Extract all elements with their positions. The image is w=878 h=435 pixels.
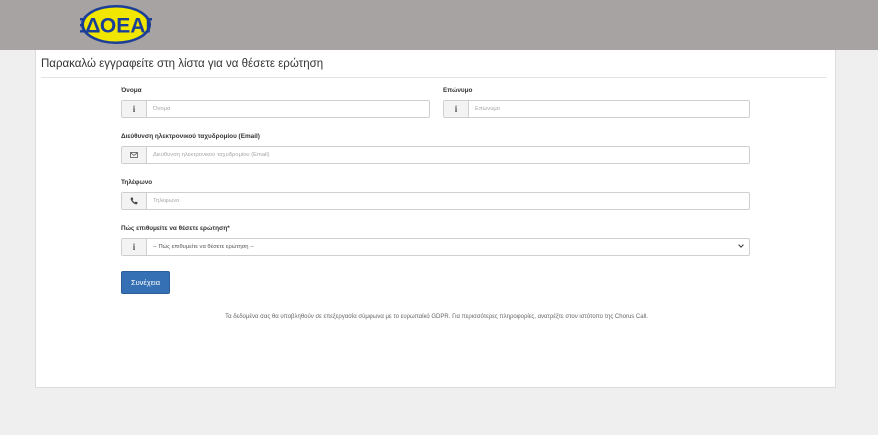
question-mode-label: Πώς επιθυμείτε να θέσετε ερώτηση*: [121, 225, 230, 232]
info-icon: i: [122, 101, 147, 117]
first-name-input[interactable]: [147, 101, 429, 117]
continue-button[interactable]: Συνέχεια: [121, 271, 170, 294]
last-name-input[interactable]: [469, 101, 749, 117]
email-input[interactable]: [147, 147, 749, 163]
phone-input[interactable]: [147, 193, 749, 209]
question-mode-select[interactable]: i -- Πώς επιθυμείτε να θέσετε ερώτηση --: [121, 238, 750, 256]
header-bar: ΕΔΟΕΑΠ: [0, 0, 878, 50]
last-name-label: Επώνυμο: [443, 87, 473, 94]
first-name-field[interactable]: i: [121, 100, 430, 118]
registration-panel: Παρακαλώ εγγραφείτε στη λίστα για να θέσ…: [35, 50, 836, 388]
phone-label: Τηλέφωνο: [121, 179, 153, 186]
info-icon: i: [122, 239, 147, 255]
edoeap-logo: ΕΔΟΕΑΠ: [80, 5, 152, 44]
envelope-icon: [122, 147, 147, 163]
phone-field[interactable]: [121, 192, 750, 210]
phone-icon: [122, 193, 147, 209]
page-title: Παρακαλώ εγγραφείτε στη λίστα για να θέσ…: [41, 58, 324, 70]
title-divider: [41, 77, 827, 78]
gdpr-notice: Τα δεδομένα σας θα υποβληθούν σε επεξεργ…: [225, 314, 648, 320]
email-label: Διεύθυνση ηλεκτρονικού ταχυδρομίου (Emai…: [121, 133, 260, 140]
chevron-down-icon: [738, 244, 744, 250]
email-field[interactable]: [121, 146, 750, 164]
logo-text: ΕΔΟΕΑΠ: [80, 15, 152, 38]
question-mode-selected: -- Πώς επιθυμείτε να θέσετε ερώτηση --: [153, 244, 254, 250]
first-name-label: Όνομα: [121, 87, 142, 94]
last-name-field[interactable]: i: [443, 100, 750, 118]
info-icon: i: [444, 101, 469, 117]
